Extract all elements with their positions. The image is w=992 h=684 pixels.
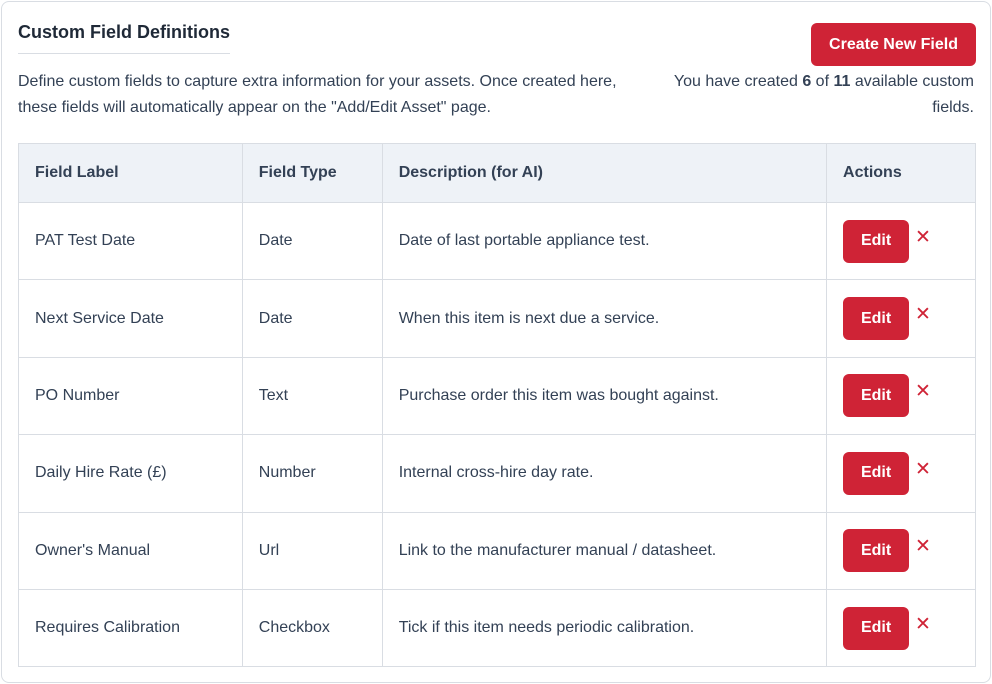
- custom-fields-card: Custom Field Definitions Create New Fiel…: [1, 1, 991, 683]
- table-row: Requires Calibration Checkbox Tick if th…: [18, 588, 976, 668]
- field-description-cell: When this item is next due a service.: [381, 279, 828, 358]
- delete-icon[interactable]: ✕: [915, 382, 931, 401]
- table-row: PO Number Text Purchase order this item …: [18, 356, 976, 436]
- field-type-cell: Text: [241, 356, 383, 436]
- column-header-field-type: Field Type: [241, 143, 383, 203]
- field-label-cell: PAT Test Date: [18, 201, 243, 281]
- field-type-cell: Number: [241, 434, 383, 513]
- field-quota-text: You have created 6 of 11 available custo…: [654, 69, 974, 121]
- quota-used-count: 6: [802, 73, 812, 90]
- edit-button[interactable]: Edit: [843, 297, 910, 341]
- table-row: Daily Hire Rate (£) Number Internal cros…: [18, 434, 976, 513]
- field-description-cell: Link to the manufacturer manual / datash…: [381, 511, 828, 590]
- table-row: Owner's Manual Url Link to the manufactu…: [18, 511, 976, 590]
- edit-button[interactable]: Edit: [843, 374, 910, 418]
- table-row: Next Service Date Date When this item is…: [18, 279, 976, 358]
- field-description-cell: Purchase order this item was bought agai…: [381, 356, 828, 436]
- table-row: PAT Test Date Date Date of last portable…: [18, 201, 976, 281]
- edit-button[interactable]: Edit: [843, 451, 910, 495]
- field-description-cell: Internal cross-hire day rate.: [381, 434, 828, 513]
- actions-cell: Edit ✕: [826, 511, 976, 590]
- delete-icon[interactable]: ✕: [915, 537, 931, 556]
- field-label-cell: Daily Hire Rate (£): [18, 434, 243, 513]
- field-label-cell: Next Service Date: [18, 279, 243, 358]
- page-description: Define custom fields to capture extra in…: [18, 73, 617, 116]
- field-type-cell: Date: [241, 201, 383, 281]
- quota-suffix: available custom fields.: [850, 73, 974, 116]
- column-header-field-label: Field Label: [18, 143, 243, 203]
- field-label-cell: PO Number: [18, 356, 243, 436]
- quota-prefix: You have created: [673, 73, 803, 90]
- quota-total-count: 11: [833, 73, 851, 90]
- table-header-row: Field Label Field Type Description (for …: [18, 143, 976, 203]
- delete-icon[interactable]: ✕: [915, 227, 931, 247]
- create-new-field-button[interactable]: Create New Field: [811, 23, 976, 66]
- actions-cell: Edit ✕: [826, 279, 976, 358]
- delete-icon[interactable]: ✕: [915, 459, 931, 479]
- edit-button[interactable]: Edit: [843, 219, 910, 263]
- actions-cell: Edit ✕: [826, 356, 976, 436]
- actions-cell: Edit ✕: [826, 588, 976, 668]
- field-label-cell: Owner's Manual: [18, 511, 243, 590]
- actions-cell: Edit ✕: [826, 434, 976, 513]
- column-header-actions: Actions: [826, 143, 976, 203]
- delete-icon[interactable]: ✕: [915, 305, 931, 324]
- custom-fields-table: Field Label Field Type Description (for …: [18, 143, 976, 668]
- delete-icon[interactable]: ✕: [915, 614, 931, 634]
- edit-button[interactable]: Edit: [843, 606, 910, 650]
- field-description-cell: Tick if this item needs periodic calibra…: [381, 588, 828, 668]
- field-label-cell: Requires Calibration: [18, 588, 243, 668]
- page-title: Custom Field Definitions: [18, 22, 231, 54]
- quota-mid: of: [811, 73, 834, 90]
- edit-button[interactable]: Edit: [843, 529, 910, 573]
- actions-cell: Edit ✕: [826, 201, 976, 281]
- field-type-cell: Checkbox: [241, 588, 383, 668]
- field-type-cell: Date: [241, 279, 383, 358]
- column-header-description: Description (for AI): [381, 143, 828, 203]
- field-type-cell: Url: [241, 511, 383, 590]
- field-description-cell: Date of last portable appliance test.: [381, 201, 828, 281]
